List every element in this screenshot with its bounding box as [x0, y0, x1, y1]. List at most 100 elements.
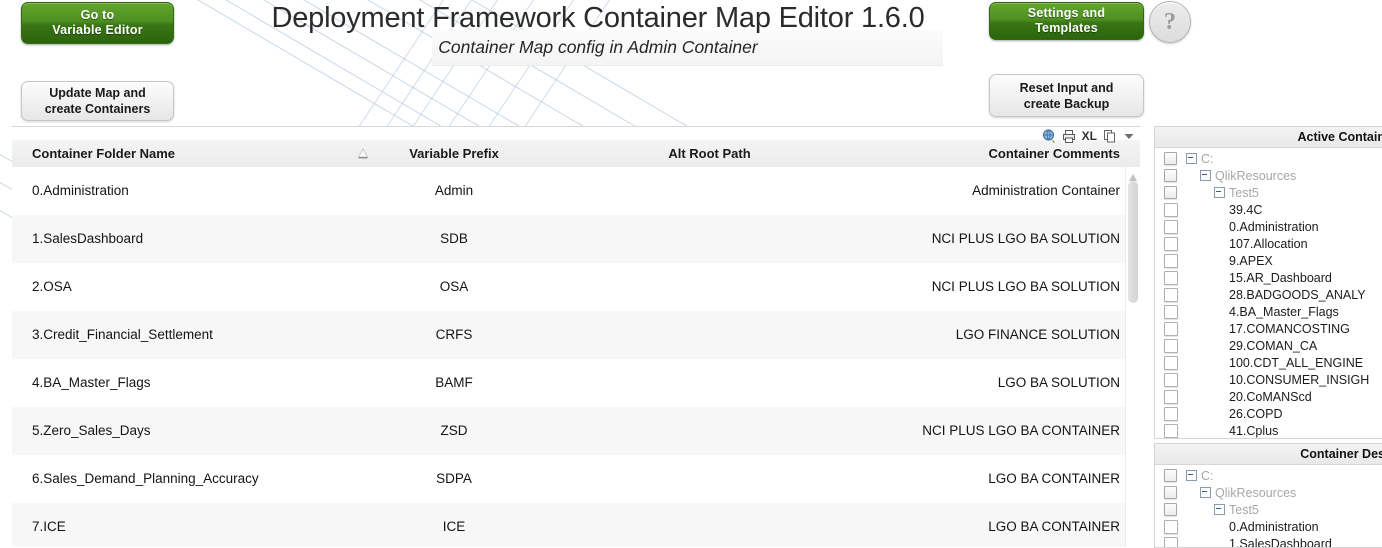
active-containers-tree-item[interactable]: 28.BADGOODS_ANALY	[1155, 286, 1382, 303]
tree-item-checkbox[interactable]	[1164, 220, 1178, 234]
active-containers-tree-item[interactable]: 41.Cplus	[1155, 422, 1382, 439]
tree-collapse-icon[interactable]	[1186, 470, 1197, 481]
tree-item-content: 4.BA_Master_Flags	[1229, 305, 1382, 319]
table-toolbar: XL	[1020, 127, 1140, 145]
tree-item-content: Test5	[1214, 503, 1382, 517]
tree-item-label: 29.COMAN_CA	[1229, 339, 1317, 353]
reset-input-and-create-backup-button[interactable]: Reset Input and create Backup	[989, 74, 1144, 117]
tree-item-checkbox[interactable]	[1164, 237, 1178, 251]
tree-item-checkbox[interactable]	[1164, 373, 1178, 387]
tree-collapse-icon[interactable]	[1214, 504, 1225, 515]
active-containers-tree-item[interactable]: 39.4C	[1155, 201, 1382, 218]
table-row[interactable]: 2.OSAOSANCI PLUS LGO BA SOLUTION	[12, 263, 1140, 311]
active-containers-tree-item[interactable]: 100.CDT_ALL_ENGINE	[1155, 354, 1382, 371]
table-vertical-scrollbar[interactable]	[1125, 167, 1140, 547]
tree-item-label: 9.APEX	[1229, 254, 1273, 268]
active-containers-tree-item[interactable]: 26.COPD	[1155, 405, 1382, 422]
excel-xl-label: XL	[1082, 129, 1097, 143]
container-design-tree-item[interactable]: QlikResources	[1155, 484, 1382, 501]
table-row[interactable]: 1.SalesDashboardSDBNCI PLUS LGO BA SOLUT…	[12, 215, 1140, 263]
tree-item-checkbox[interactable]	[1164, 288, 1178, 302]
tree-item-checkbox[interactable]	[1164, 469, 1177, 482]
active-containers-tree-item[interactable]: 107.Allocation	[1155, 235, 1382, 252]
tree-item-checkbox[interactable]	[1164, 305, 1178, 319]
active-containers-tree-item[interactable]: 15.AR_Dashboard	[1155, 269, 1382, 286]
active-containers-tree-item[interactable]: QlikResources	[1155, 167, 1382, 184]
print-icon[interactable]	[1063, 130, 1075, 143]
active-containers-tree-item[interactable]: C:	[1155, 150, 1382, 167]
container-design-tree: C:QlikResources Test5 0.Administration 1.Sa…	[1155, 465, 1382, 548]
tree-item-checkbox[interactable]	[1164, 356, 1178, 370]
active-containers-tree-item[interactable]: 29.COMAN_CA	[1155, 337, 1382, 354]
update-map-and-create-containers-button[interactable]: Update Map and create Containers	[21, 81, 174, 121]
container-design-tree-item[interactable]: 1.SalesDashboard	[1155, 535, 1382, 548]
tree-item-checkbox[interactable]	[1164, 271, 1178, 285]
table-row[interactable]: 0.AdministrationAdminAdministration Cont…	[12, 167, 1140, 215]
go-to-variable-editor-button[interactable]: Go to Variable Editor	[21, 2, 174, 44]
tree-item-checkbox[interactable]	[1164, 520, 1178, 534]
tree-item-content: 0.Administration	[1229, 520, 1382, 534]
tree-item-checkbox[interactable]	[1164, 254, 1178, 268]
tree-item-content: 26.COPD	[1229, 407, 1382, 421]
tree-item-checkbox[interactable]	[1164, 390, 1178, 404]
active-containers-tree-item[interactable]: 4.BA_Master_Flags	[1155, 303, 1382, 320]
active-containers-tree-item[interactable]: 20.CoMANScd	[1155, 388, 1382, 405]
active-containers-tree-item[interactable]: 17.COMANCOSTING	[1155, 320, 1382, 337]
cell-container-folder-name: 3.Credit_Financial_Settlement	[32, 311, 362, 359]
container-design-tree-item[interactable]: 0.Administration	[1155, 518, 1382, 535]
cell-container-folder-name: 5.Zero_Sales_Days	[32, 407, 362, 455]
tree-item-checkbox[interactable]	[1164, 486, 1177, 499]
tree-item-checkbox[interactable]	[1164, 186, 1177, 199]
tree-item-checkbox[interactable]	[1164, 322, 1178, 336]
tree-item-content: 20.CoMANScd	[1229, 390, 1382, 404]
tree-item-checkbox[interactable]	[1164, 203, 1178, 217]
help-glyph: ?	[1164, 9, 1176, 36]
tree-item-checkbox[interactable]	[1164, 503, 1177, 516]
active-containers-tree-item[interactable]: 0.Administration	[1155, 218, 1382, 235]
tree-collapse-icon[interactable]	[1214, 187, 1225, 198]
tree-collapse-icon[interactable]	[1200, 487, 1211, 498]
container-map-table: XL Container Folder Name Variable Prefix…	[12, 126, 1140, 547]
active-containers-tree-item[interactable]: 9.APEX	[1155, 252, 1382, 269]
tree-item-content: 100.CDT_ALL_ENGINE	[1229, 356, 1382, 370]
tree-item-checkbox[interactable]	[1164, 169, 1177, 182]
button-line-2: create Backup	[1024, 96, 1109, 112]
help-question-icon[interactable]: ?	[1149, 1, 1191, 43]
copy-icon[interactable]	[1104, 130, 1116, 143]
tree-item-label: 26.COPD	[1229, 407, 1283, 421]
column-header-variable-prefix[interactable]: Variable Prefix	[374, 140, 534, 167]
tree-item-checkbox[interactable]	[1164, 152, 1177, 165]
button-line-1: Reset Input and	[1020, 80, 1114, 96]
tree-item-checkbox[interactable]	[1164, 339, 1178, 353]
tree-item-label: 0.Administration	[1229, 220, 1319, 234]
active-containers-tree-item[interactable]: 10.CONSUMER_INSIGH	[1155, 371, 1382, 388]
container-design-tree-item[interactable]: C:	[1155, 467, 1382, 484]
table-row[interactable]: 4.BA_Master_FlagsBAMFLGO BA SOLUTION	[12, 359, 1140, 407]
settings-and-templates-button[interactable]: Settings and Templates	[989, 2, 1144, 40]
tree-item-label: 17.COMANCOSTING	[1229, 322, 1350, 336]
tree-collapse-icon[interactable]	[1186, 153, 1197, 164]
tree-item-label: C:	[1201, 152, 1214, 166]
tree-item-label: 20.CoMANScd	[1229, 390, 1312, 404]
cell-variable-prefix: SDB	[374, 215, 534, 263]
scrollbar-thumb[interactable]	[1128, 181, 1138, 303]
export-globe-icon[interactable]	[1042, 129, 1056, 143]
table-row[interactable]: 5.Zero_Sales_DaysZSDNCI PLUS LGO BA CONT…	[12, 407, 1140, 455]
table-row[interactable]: 6.Sales_Demand_Planning_AccuracySDPALGO …	[12, 455, 1140, 503]
tree-item-checkbox[interactable]	[1164, 537, 1178, 548]
column-header-container-folder-name[interactable]: Container Folder Name	[32, 140, 175, 167]
tree-collapse-icon[interactable]	[1200, 170, 1211, 181]
dropdown-caret-icon[interactable]	[1123, 130, 1135, 142]
active-containers-tree-item[interactable]: Test5	[1155, 184, 1382, 201]
tree-item-checkbox[interactable]	[1164, 424, 1178, 438]
tree-item-checkbox[interactable]	[1164, 407, 1178, 421]
tree-item-content: 1.SalesDashboard	[1229, 537, 1382, 548]
table-row[interactable]: 3.Credit_Financial_SettlementCRFSLGO FIN…	[12, 311, 1140, 359]
tree-item-label: QlikResources	[1215, 169, 1296, 183]
scroll-up-arrow-icon[interactable]	[1128, 169, 1138, 178]
table-row[interactable]: 7.ICEICELGO BA CONTAINER	[12, 503, 1140, 547]
cell-container-comments: Administration Container	[772, 167, 1120, 215]
container-design-tree-item[interactable]: Test5	[1155, 501, 1382, 518]
cell-variable-prefix: Admin	[374, 167, 534, 215]
excel-xl-icon[interactable]: XL	[1082, 129, 1097, 143]
